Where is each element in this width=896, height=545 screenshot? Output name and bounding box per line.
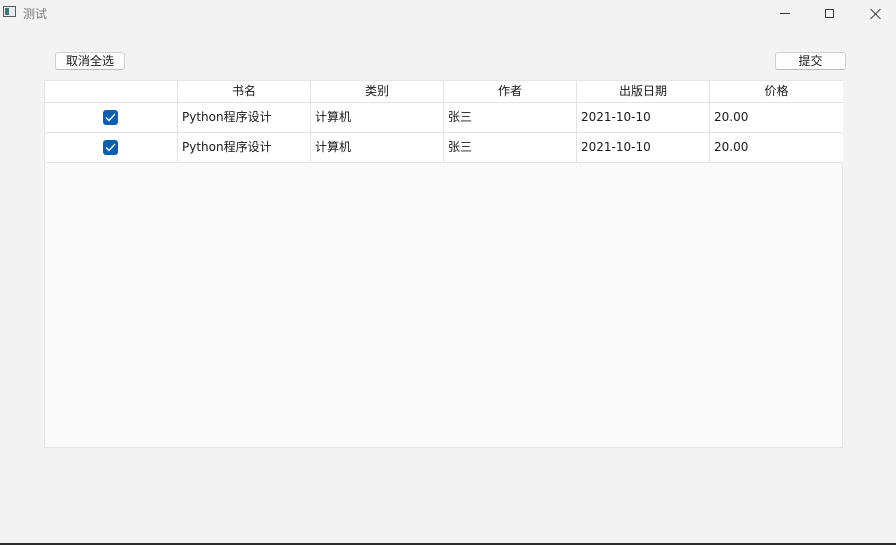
window-title: 测试 [23,7,48,21]
maximize-icon [824,8,834,18]
table-header-row: 书名 类别 作者 出版日期 价格 [45,81,843,103]
column-header-select[interactable] [45,81,178,102]
checkmark-icon [105,143,116,152]
cell-publish-date[interactable]: 2021-10-10 [577,133,710,162]
column-header-title[interactable]: 书名 [178,81,311,102]
cell-price[interactable]: 20.00 [710,133,843,162]
maximize-button[interactable] [806,0,852,26]
submit-button[interactable]: 提交 [775,52,846,70]
table-row[interactable]: Python程序设计 计算机 张三 2021-10-10 20.00 [45,103,843,133]
deselect-all-button[interactable]: 取消全选 [55,52,125,70]
cell-category[interactable]: 计算机 [311,133,444,162]
minimize-button[interactable] [762,0,808,26]
checkmark-icon [105,113,116,122]
cell-author[interactable]: 张三 [444,103,577,132]
column-header-author[interactable]: 作者 [444,81,577,102]
select-cell [45,103,178,132]
cell-price[interactable]: 20.00 [710,103,843,132]
cell-category[interactable]: 计算机 [311,103,444,132]
cell-title[interactable]: Python程序设计 [178,133,311,162]
row-checkbox[interactable] [103,110,118,125]
title-bar: 测试 [0,0,896,26]
row-checkbox[interactable] [103,140,118,155]
app-window-icon [3,6,16,17]
minimize-icon [780,12,790,14]
column-header-category[interactable]: 类别 [311,81,444,102]
close-button[interactable] [852,0,896,26]
column-header-publish-date[interactable]: 出版日期 [577,81,710,102]
cell-publish-date[interactable]: 2021-10-10 [577,103,710,132]
table-row[interactable]: Python程序设计 计算机 张三 2021-10-10 20.00 [45,133,843,163]
cell-title[interactable]: Python程序设计 [178,103,311,132]
book-table: 书名 类别 作者 出版日期 价格 Python程序设计 计算机 张三 2021-… [44,80,843,448]
close-icon [870,8,881,19]
cell-author[interactable]: 张三 [444,133,577,162]
select-cell [45,133,178,162]
column-header-price[interactable]: 价格 [710,81,843,102]
main-window: 测试 取消全选 提交 书名 类别 作者 出版日期 价格 Python程序设计 计… [0,0,896,543]
